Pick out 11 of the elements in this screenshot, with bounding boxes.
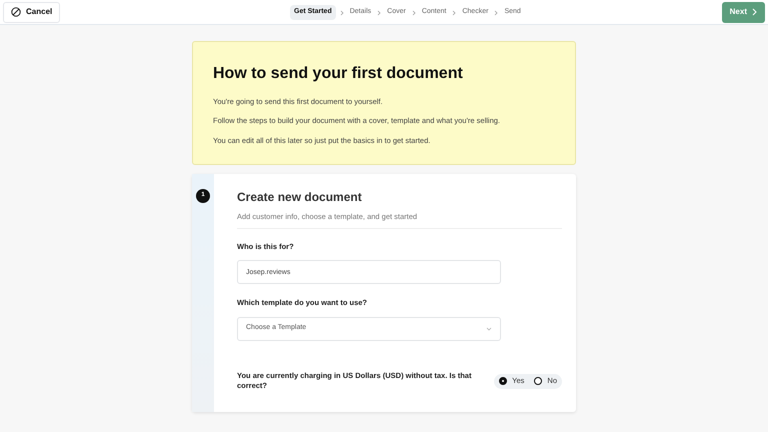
chevron-down-icon xyxy=(486,326,492,330)
chevron-right-icon xyxy=(377,10,382,16)
intro-title: How to send your first document xyxy=(213,64,464,84)
cancel-button[interactable]: Cancel xyxy=(3,2,60,22)
chevron-right-icon xyxy=(412,10,416,16)
chevron-right-icon xyxy=(452,10,456,16)
chevron-right-icon xyxy=(340,10,344,16)
step-title: Create new document xyxy=(237,188,363,206)
chevron-right-icon xyxy=(494,10,498,16)
chevron-right-icon xyxy=(752,8,757,16)
cancel-icon xyxy=(11,7,21,17)
